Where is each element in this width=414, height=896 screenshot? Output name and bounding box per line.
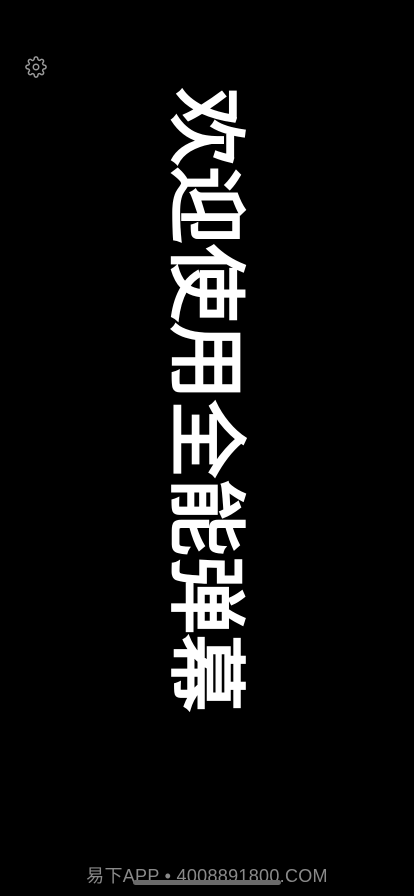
danmaku-text: 欢迎使用全能弹幕 <box>160 88 250 713</box>
settings-button[interactable] <box>24 55 48 79</box>
home-indicator[interactable] <box>133 880 281 885</box>
danmaku-display[interactable]: 欢迎使用全能弹幕 <box>160 88 250 788</box>
gear-icon <box>25 56 47 78</box>
danmaku-screen: 欢迎使用全能弹幕 易下APP • 4008891800.COM <box>0 0 414 896</box>
